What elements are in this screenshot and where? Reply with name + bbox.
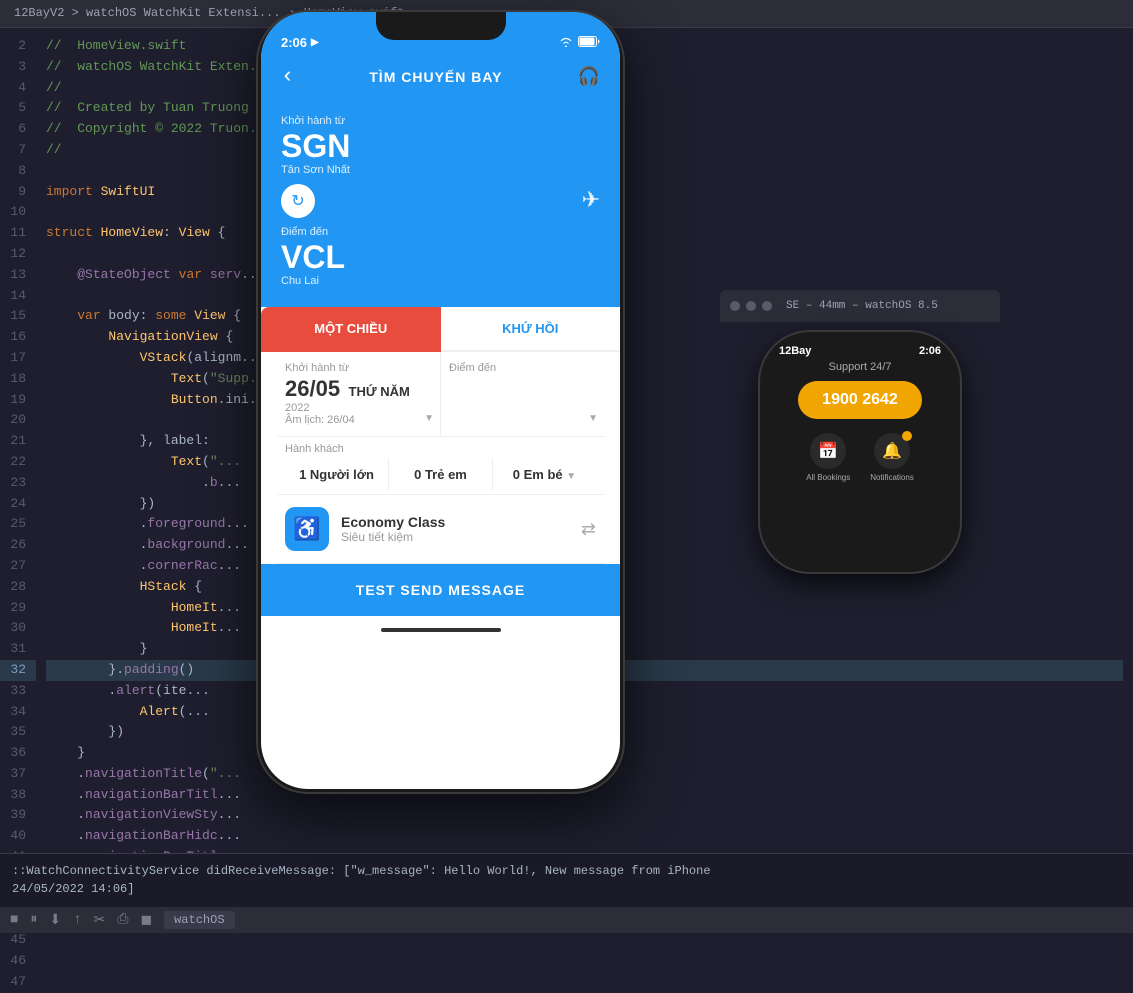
date-row: Khởi hành từ 26/05 THỨ NĂM 2022 Âm lịch:…: [277, 352, 604, 437]
adults-field[interactable]: 1 Người lớn: [285, 459, 388, 490]
children-count: 0 Trẻ em: [414, 467, 467, 482]
watch-body: 12Bay 2:06 Support 24/7 1900 2642 📅 All …: [760, 332, 960, 572]
departure-name: Tân Sơn Nhất: [281, 164, 600, 176]
toolbar-icon-6[interactable]: ⎙: [117, 912, 128, 928]
watch-window-title: SE – 44mm – watchOS 8.5: [786, 300, 938, 312]
date-dropdown-arrow: ▼: [424, 413, 434, 424]
lunar-date: Âm lịch: 26/04: [285, 414, 432, 426]
all-bookings-icon: 📅: [810, 433, 846, 469]
one-way-tab[interactable]: MỘT CHIỀU: [261, 307, 441, 352]
class-icon: ♿: [285, 507, 329, 551]
watch-dot-3: [762, 301, 772, 311]
pax-row: 1 Người lớn 0 Trẻ em 0 Em bé ▼: [285, 459, 596, 490]
console-message: ::WatchConnectivityService didReceiveMes…: [12, 862, 1121, 898]
swap-button[interactable]: ↻: [281, 184, 315, 218]
iphone-screen: 2:06 ▶: [261, 12, 620, 789]
toolbar-icon-1[interactable]: ■: [10, 912, 18, 928]
class-row[interactable]: ♿ Economy Class Siêu tiết kiệm ⇄: [277, 495, 604, 564]
all-bookings-item[interactable]: 📅 All Bookings: [806, 433, 850, 482]
watch-os-tab[interactable]: watchOS: [164, 911, 234, 929]
swap-row: ↻ ✈: [281, 184, 600, 218]
adults-count: 1 Người lớn: [299, 467, 374, 482]
status-icons: [559, 36, 600, 50]
destination-code: VCL: [281, 240, 600, 275]
settings-button[interactable]: 🎧: [578, 66, 600, 88]
depart-date-field[interactable]: Khởi hành từ 26/05 THỨ NĂM 2022 Âm lịch:…: [277, 352, 440, 436]
toolbar-icon-5[interactable]: ✂: [94, 912, 106, 929]
notifications-icon: 🔔: [874, 433, 910, 469]
destination-field[interactable]: Điểm đến ▼: [440, 352, 604, 436]
line-numbers: 23456 7891011 1213141516 1718192021 2223…: [0, 28, 36, 853]
watch-support-label: Support 24/7: [829, 361, 892, 373]
toolbar-icon-7[interactable]: ◼: [140, 912, 152, 929]
notifications-item[interactable]: 🔔 Notifications: [870, 433, 914, 482]
children-field[interactable]: 0 Trẻ em: [388, 459, 492, 490]
watch-app-name: 12Bay: [779, 345, 811, 357]
class-swap-icon: ⇄: [581, 519, 596, 540]
dest-dropdown-arrow: ▼: [588, 413, 598, 424]
time-display: 2:06: [281, 35, 307, 50]
date-year: 2022: [285, 402, 432, 414]
back-button[interactable]: ‹: [281, 64, 294, 89]
watch-dot-1: [730, 301, 740, 311]
plane-icon: ✈: [582, 188, 600, 214]
pax-section-label: Hành khách: [285, 443, 596, 455]
notifications-label: Notifications: [870, 473, 914, 482]
date-weekday: THỨ NĂM: [349, 384, 410, 399]
bottom-console: ::WatchConnectivityService didReceiveMes…: [0, 853, 1133, 933]
destination-section: Điểm đến VCL Chu Lai: [281, 226, 600, 287]
class-sub: Siêu tiết kiệm: [341, 530, 581, 544]
destination-label: Điểm đến: [281, 226, 600, 238]
infants-count: 0 Em bé: [513, 467, 563, 482]
accessibility-icon: ♿: [293, 516, 320, 542]
bottom-toolbar[interactable]: ■ ⏸ ⬇ ↑ ✂ ⎙ ◼ watchOS: [0, 907, 1133, 933]
home-bar: [381, 628, 501, 632]
form-area: Khởi hành từ 26/05 THỨ NĂM 2022 Âm lịch:…: [261, 352, 620, 616]
class-info: Economy Class Siêu tiết kiệm: [341, 514, 581, 544]
breadcrumb: 12BayV2 > watchOS WatchKit Extensi...: [14, 4, 280, 23]
watch-screen: 12Bay 2:06 Support 24/7 1900 2642 📅 All …: [763, 335, 957, 569]
all-bookings-label: All Bookings: [806, 473, 850, 482]
location-icon: ▶: [311, 37, 319, 48]
watch-frame: SE – 44mm – watchOS 8.5 12Bay 2:06 Suppo…: [720, 290, 1000, 630]
wifi-icon: [559, 37, 573, 50]
destination-name: Chu Lai: [281, 275, 600, 287]
class-name: Economy Class: [341, 514, 581, 530]
header-title: TÌM CHUYẾN BAY: [369, 69, 502, 85]
test-send-message-button[interactable]: TEST SEND MESSAGE: [261, 564, 620, 616]
departure-label: Khởi hành từ: [281, 115, 600, 127]
flight-card: Khởi hành từ SGN Tân Sơn Nhất ↻ ✈ Điểm đ…: [261, 105, 620, 307]
iphone-frame: 2:06 ▶: [258, 12, 623, 792]
infants-field[interactable]: 0 Em bé ▼: [492, 459, 596, 490]
departure-section: Khởi hành từ SGN Tân Sơn Nhất: [281, 115, 600, 176]
watch-icons-row: 📅 All Bookings 🔔 Notifications: [806, 433, 914, 482]
app-header: ‹ TÌM CHUYẾN BAY 🎧: [261, 56, 620, 105]
watch-status-bar: 12Bay 2:06: [763, 335, 957, 361]
battery-icon: [578, 36, 600, 50]
iphone-notch: [376, 12, 506, 40]
dest-label: Điểm đến: [449, 362, 596, 374]
notification-badge: [902, 431, 912, 441]
depart-label: Khởi hành từ: [285, 362, 432, 374]
toolbar-icon-3[interactable]: ⬇: [49, 912, 61, 929]
trip-type-tabs: MỘT CHIỀU KHỨ HỒI: [261, 307, 620, 352]
departure-code: SGN: [281, 129, 600, 164]
toolbar-icon-4[interactable]: ↑: [73, 912, 81, 928]
home-indicator: [261, 616, 620, 644]
watch-time: 2:06: [919, 345, 941, 357]
round-trip-tab[interactable]: KHỨ HỒI: [441, 307, 621, 352]
status-time: 2:06 ▶: [281, 35, 319, 50]
toolbar-icon-2[interactable]: ⏸: [30, 912, 37, 928]
watch-dot-2: [746, 301, 756, 311]
date-day: 26/05: [285, 376, 340, 401]
watch-phone-button[interactable]: 1900 2642: [798, 381, 922, 419]
watch-window-bar: SE – 44mm – watchOS 8.5: [720, 290, 1000, 322]
